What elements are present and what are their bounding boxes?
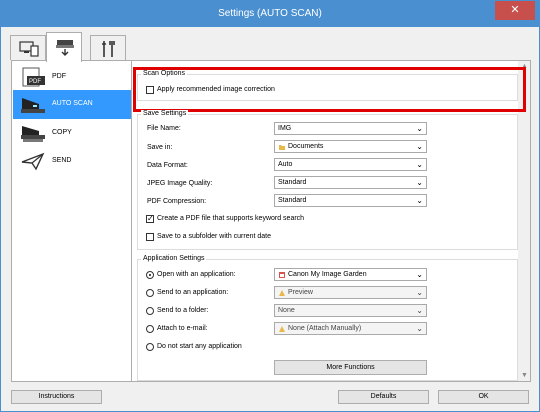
sidebar-item-auto-scan[interactable]: AUTO SCAN	[13, 90, 131, 119]
pdf-compression-select[interactable]: Standard ⌄	[274, 194, 427, 207]
scan-from-computer-icon	[19, 41, 39, 57]
general-settings-icon	[102, 41, 115, 57]
sidebar-item-label: PDF	[52, 73, 66, 80]
instructions-button[interactable]: Instructions	[11, 390, 102, 404]
save-settings-title: Save Settings	[141, 110, 189, 117]
send-to-folder-value: None	[278, 307, 295, 314]
file-name-value: IMG	[278, 125, 292, 132]
application-settings-title: Application Settings	[141, 255, 207, 262]
window-title: Settings (AUTO SCAN)	[218, 8, 322, 19]
sidebar-item-send[interactable]: SEND	[13, 147, 131, 175]
tab-scan-from-computer[interactable]	[10, 35, 46, 60]
file-name-field[interactable]: IMG ⌄	[274, 122, 427, 135]
save-in-label: Save in:	[147, 144, 173, 151]
save-in-value: Documents	[288, 143, 324, 150]
data-format-label: Data Format:	[147, 162, 188, 169]
send-to-folder-select[interactable]: None ⌄	[274, 304, 427, 317]
save-in-select[interactable]: Documents ⌄	[274, 140, 427, 153]
send-to-app-radio[interactable]	[146, 289, 154, 297]
do-not-start-label: Do not start any application	[157, 343, 242, 350]
keyword-pdf-label: Create a PDF file that supports keyword …	[157, 215, 305, 222]
chevron-down-icon: ⌄	[416, 270, 423, 279]
jpeg-quality-value: Standard	[278, 179, 307, 186]
tab-general-settings[interactable]	[90, 35, 126, 60]
attach-email-radio[interactable]	[146, 325, 154, 333]
svg-text:PDF: PDF	[29, 79, 41, 85]
sidebar-item-label: SEND	[52, 157, 72, 164]
settings-window: Settings (AUTO SCAN) ✕ PDF PDF AUTO SCAN…	[0, 0, 540, 412]
ok-button[interactable]: OK	[438, 390, 529, 404]
preview-icon	[279, 290, 285, 296]
sidebar: PDF PDF AUTO SCAN COPY SEND	[11, 60, 132, 382]
open-with-radio[interactable]	[146, 271, 154, 279]
attach-email-value: None (Attach Manually)	[288, 325, 362, 332]
chevron-down-icon: ⌄	[416, 288, 423, 297]
settings-panel: ▲ ▼ Scan Options Apply recommended image…	[132, 60, 531, 382]
sidebar-item-pdf[interactable]: PDF PDF	[13, 63, 131, 91]
keyword-pdf-checkbox[interactable]	[146, 214, 154, 223]
data-format-select[interactable]: Auto ⌄	[274, 158, 427, 171]
do-not-start-radio[interactable]	[146, 343, 154, 351]
scan-options-group: Scan Options Apply recommended image cor…	[133, 67, 526, 112]
scroll-down-icon[interactable]: ▼	[521, 372, 528, 379]
chevron-down-icon: ⌄	[416, 178, 423, 187]
save-settings-group: Save Settings File Name: IMG ⌄ Save in: …	[137, 110, 518, 250]
send-to-app-value: Preview	[288, 289, 313, 296]
attach-email-label: Attach to e-mail:	[157, 325, 208, 332]
tab-scan-from-panel[interactable]	[46, 32, 82, 62]
apply-correction-label: Apply recommended image correction	[157, 86, 275, 93]
more-functions-button[interactable]: More Functions	[274, 360, 427, 375]
open-with-select[interactable]: Canon My Image Garden ⌄	[274, 268, 427, 281]
application-settings-group: Application Settings Open with an applic…	[137, 255, 518, 381]
copy-icon	[21, 126, 45, 142]
chevron-down-icon: ⌄	[416, 324, 423, 333]
chevron-down-icon: ⌄	[416, 142, 423, 151]
subfolder-label: Save to a subfolder with current date	[157, 233, 272, 240]
pdf-compression-label: PDF Compression:	[147, 198, 207, 205]
scan-from-panel-icon	[56, 40, 74, 56]
close-button[interactable]: ✕	[495, 1, 535, 20]
apply-correction-checkbox[interactable]	[146, 86, 154, 94]
app-icon	[279, 272, 285, 278]
send-to-folder-radio[interactable]	[146, 307, 154, 315]
open-with-label: Open with an application:	[157, 271, 236, 278]
chevron-down-icon: ⌄	[416, 160, 423, 169]
title-bar: Settings (AUTO SCAN) ✕	[1, 1, 539, 27]
scan-options-title: Scan Options	[141, 70, 188, 77]
chevron-down-icon: ⌄	[416, 306, 423, 315]
send-to-folder-label: Send to a folder:	[157, 307, 209, 314]
sidebar-item-label: COPY	[52, 129, 72, 136]
pdf-icon: PDF	[22, 67, 45, 87]
send-to-app-select[interactable]: Preview ⌄	[274, 286, 427, 299]
data-format-value: Auto	[278, 161, 293, 168]
chevron-down-icon: ⌄	[416, 124, 423, 133]
defaults-button[interactable]: Defaults	[338, 390, 429, 404]
open-with-value: Canon My Image Garden	[288, 271, 367, 278]
send-icon	[21, 152, 45, 171]
subfolder-checkbox[interactable]	[146, 233, 154, 241]
jpeg-quality-label: JPEG Image Quality:	[147, 180, 213, 187]
sidebar-item-label: AUTO SCAN	[52, 100, 93, 107]
attach-email-select[interactable]: None (Attach Manually) ⌄	[274, 322, 427, 335]
send-to-app-label: Send to an application:	[157, 289, 229, 296]
auto-scan-icon	[21, 98, 45, 113]
pdf-compression-value: Standard	[278, 197, 307, 204]
file-name-label: File Name:	[147, 125, 181, 132]
jpeg-quality-select[interactable]: Standard ⌄	[274, 176, 427, 189]
chevron-down-icon: ⌄	[416, 196, 423, 205]
email-app-icon	[279, 326, 285, 332]
folder-icon	[279, 145, 285, 150]
sidebar-item-copy[interactable]: COPY	[13, 119, 131, 147]
